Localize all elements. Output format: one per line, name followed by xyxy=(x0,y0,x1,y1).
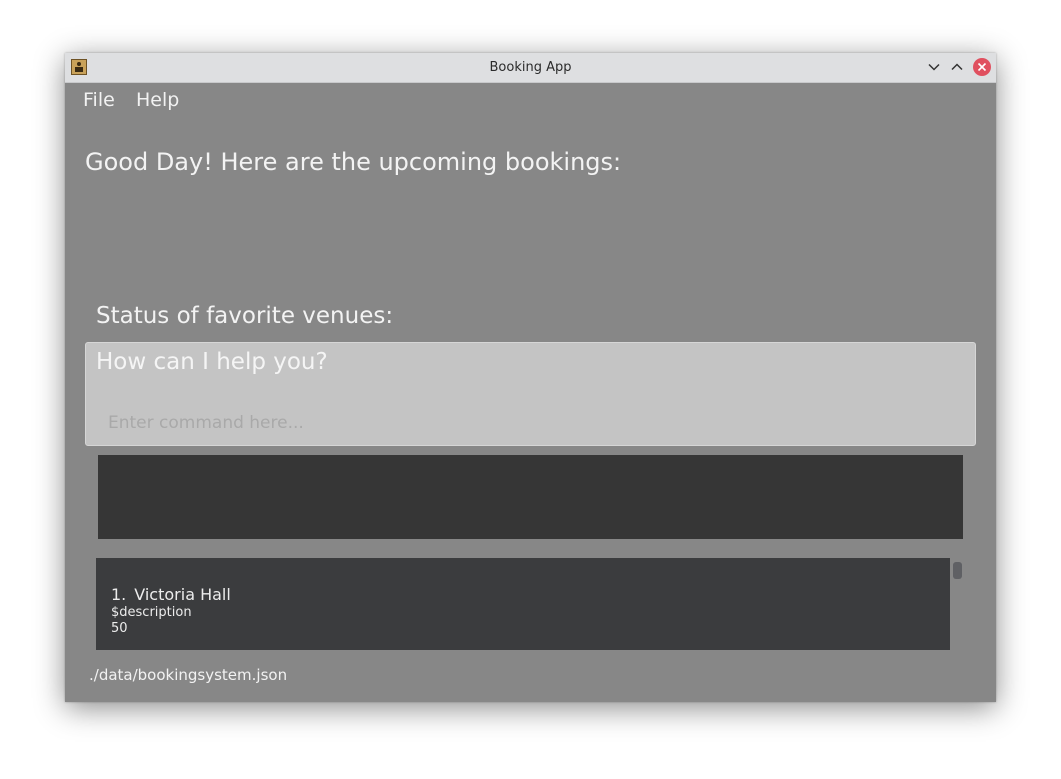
venue-card[interactable]: 1. Victoria Hall $description 50 xyxy=(111,585,231,637)
maximize-button[interactable] xyxy=(948,58,966,76)
venue-name: Victoria Hall xyxy=(134,585,231,604)
minimize-button[interactable] xyxy=(925,58,943,76)
command-box: How can I help you? xyxy=(85,342,976,446)
title-bar[interactable]: Booking App xyxy=(65,53,996,83)
window-title: Booking App xyxy=(489,60,572,75)
venue-title: 1. Victoria Hall xyxy=(111,585,231,605)
app-window: Booking App File Help Good Day! Here are… xyxy=(65,53,996,702)
venue-index: 1. xyxy=(111,585,127,604)
menu-help[interactable]: Help xyxy=(136,89,179,111)
close-button[interactable] xyxy=(973,58,991,76)
menu-file[interactable]: File xyxy=(83,89,115,111)
chevron-up-icon xyxy=(951,63,963,71)
venue-capacity: 50 xyxy=(111,621,128,636)
favorite-venues-heading: Status of favorite venues: xyxy=(96,303,394,329)
upcoming-bookings-heading: Good Day! Here are the upcoming bookings… xyxy=(85,148,622,176)
command-prompt: How can I help you? xyxy=(96,349,328,375)
result-display xyxy=(98,455,963,539)
venue-list[interactable]: 1. Victoria Hall $description 50 xyxy=(96,558,950,650)
venue-description: $description xyxy=(111,605,192,620)
menu-bar: File Help xyxy=(65,83,996,117)
chevron-down-icon xyxy=(928,63,940,71)
close-icon xyxy=(977,62,987,72)
venue-list-scrollbar[interactable] xyxy=(953,562,962,579)
command-input[interactable] xyxy=(96,407,964,439)
data-file-path: ./data/bookingsystem.json xyxy=(89,666,288,684)
